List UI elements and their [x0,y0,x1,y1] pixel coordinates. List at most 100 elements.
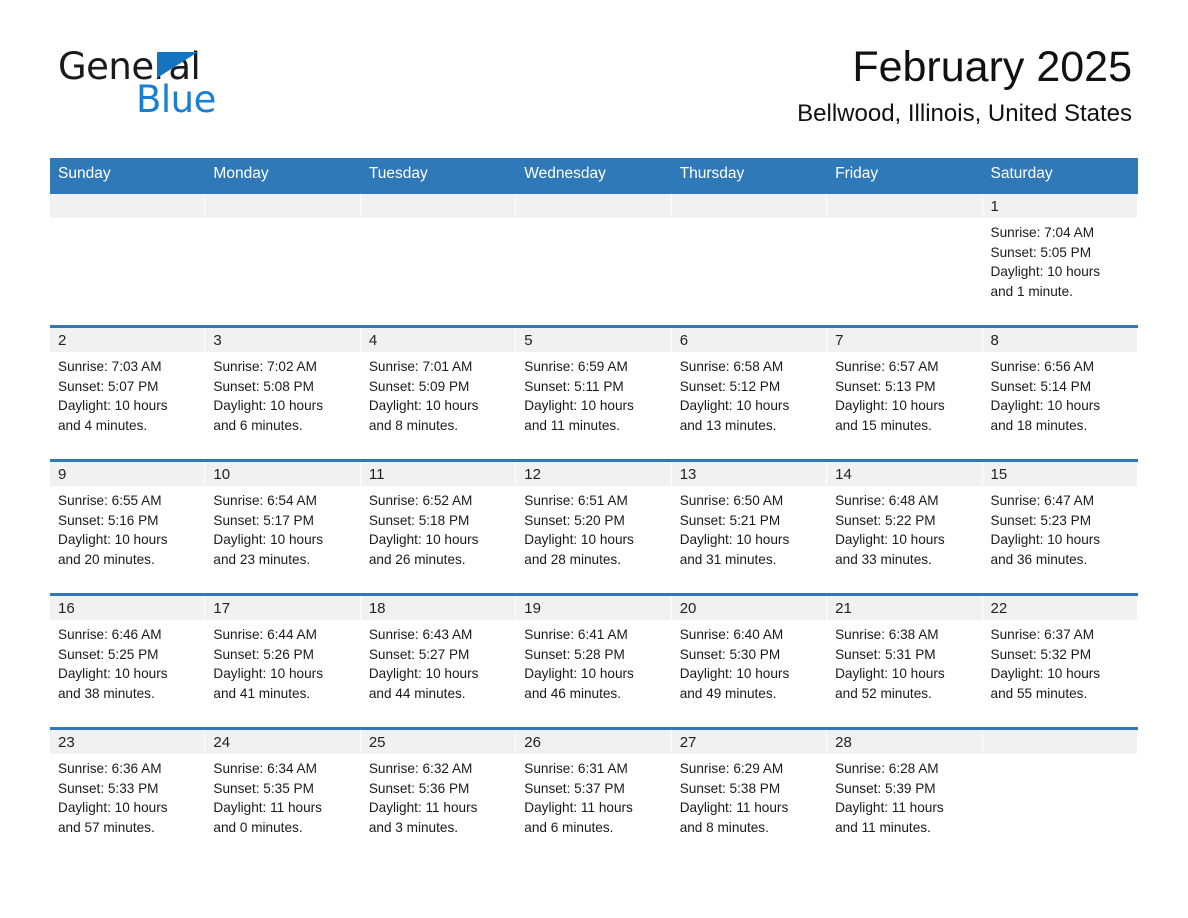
weekday-header-monday: Monday [205,158,361,193]
day-cell-details: Sunrise: 6:38 AM Sunset: 5:31 PM Daylight:… [827,620,982,703]
calendar-day-cell[interactable]: 22 Sunrise: 6:37 AM Sunset: 5:32 PM Dayligh… [982,593,1138,729]
calendar-day-cell[interactable]: 24 Sunrise: 6:34 AM Sunset: 5:35 PM Dayligh… [205,727,361,861]
day-number [50,194,206,218]
sunrise-text: Sunrise: 6:41 AM [524,627,628,642]
day-cell-details: Sunrise: 6:40 AM Sunset: 5:30 PM Daylight:… [672,620,827,703]
calendar-day-cell[interactable]: 18 Sunrise: 6:43 AM Sunset: 5:27 PM Dayligh… [360,593,517,729]
daylight-text-line1: Daylight: 11 hours [213,800,322,816]
calendar-day-cell[interactable]: 7 Sunrise: 6:57 AM Sunset: 5:13 PM Daylight… [827,325,983,461]
calendar-day-cell[interactable]: 16 Sunrise: 6:46 AM Sunset: 5:25 PM Dayligh… [50,593,206,729]
calendar-day-cell[interactable]: 21 Sunrise: 6:38 AM Sunset: 5:31 PM Dayligh… [827,593,983,729]
weekday-header-wednesday: Wednesday [516,158,672,193]
daylight-text-line1: Daylight: 10 hours [213,532,323,548]
calendar-day-cell[interactable]: 9 Sunrise: 6:55 AM Sunset: 5:16 PM Daylight… [50,459,206,595]
day-number: 1 [982,194,1138,218]
sunset-text: Sunset: 5:27 PM [368,646,470,662]
daylight-text-line1: Daylight: 10 hours [679,532,790,548]
day-number: 23 [50,730,206,754]
sunrise-text: Sunrise: 6:52 AM [368,493,473,508]
day-cell-details: Sunrise: 6:41 AM Sunset: 5:28 PM Daylight:… [516,620,671,703]
day-cell-details: Sunrise: 6:31 AM Sunset: 5:37 PM Daylight:… [516,754,671,837]
day-cell-details: Sunrise: 6:37 AM Sunset: 5:32 PM Daylight:… [983,620,1138,703]
day-number: 10 [205,462,361,486]
calendar-day-cell[interactable]: 10 Sunrise: 6:54 AM Sunset: 5:17 PM Dayligh… [205,459,361,595]
calendar-day-cell[interactable]: 6 Sunrise: 6:58 AM Sunset: 5:12 PM Daylight… [671,325,828,461]
day-cell-details: Sunrise: 7:04 AM Sunset: 5:05 PM Daylight:… [983,218,1138,301]
sunset-text: Sunset: 5:38 PM [679,780,781,796]
daylight-text-line1: Daylight: 10 hours [58,532,168,548]
calendar-day-cell[interactable]: 17 Sunrise: 6:44 AM Sunset: 5:26 PM Dayligh… [205,593,361,729]
calendar-page: General Blue February 2025 Bellwood, Ill… [0,0,1188,918]
calendar-day-cell[interactable]: 27 Sunrise: 6:29 AM Sunset: 5:38 PM Dayligh… [671,727,828,861]
daylight-text-line2: and 31 minutes. [679,551,777,567]
title-block: February 2025 Bellwood, Illinois, United… [797,42,1132,128]
calendar-day-cell[interactable]: 23 Sunrise: 6:36 AM Sunset: 5:33 PM Dayligh… [50,727,206,861]
calendar-day-cell[interactable]: 1 Sunrise: 7:04 AM Sunset: 5:05 PM Daylight… [982,191,1138,327]
day-cell-inner: 14 Sunrise: 6:48 AM Sunset: 5:22 PM Dayligh… [827,462,983,593]
calendar-day-cell[interactable]: 26 Sunrise: 6:31 AM Sunset: 5:37 PM Dayligh… [516,727,672,861]
calendar-day-cell[interactable]: 12 Sunrise: 6:51 AM Sunset: 5:20 PM Dayligh… [516,459,672,595]
daylight-text-line2: and 8 minutes. [679,819,769,835]
daylight-text-line2: and 23 minutes. [213,551,311,567]
calendar-day-cell[interactable]: 25 Sunrise: 6:32 AM Sunset: 5:36 PM Dayligh… [360,727,517,861]
sunset-text: Sunset: 5:11 PM [524,378,624,394]
sunrise-text: Sunrise: 6:48 AM [835,493,939,508]
calendar-day-cell[interactable]: 4 Sunrise: 7:01 AM Sunset: 5:09 PM Daylight… [360,325,517,461]
logo-triangle-icon [157,52,198,78]
day-number: 17 [205,596,361,620]
sunrise-text: Sunrise: 6:51 AM [524,493,628,508]
day-cell-details: Sunrise: 7:01 AM Sunset: 5:09 PM Daylight:… [361,352,516,435]
sunset-text: Sunset: 5:17 PM [213,512,314,528]
day-cell-inner: 1 Sunrise: 7:04 AM Sunset: 5:05 PM Daylight… [982,194,1138,325]
calendar-day-cell[interactable]: 8 Sunrise: 6:56 AM Sunset: 5:14 PM Daylight… [982,325,1138,461]
calendar-day-cell[interactable]: 13 Sunrise: 6:50 AM Sunset: 5:21 PM Dayligh… [671,459,828,595]
day-cell-details: Sunrise: 6:50 AM Sunset: 5:21 PM Daylight:… [672,486,827,569]
day-cell-details: Sunrise: 7:03 AM Sunset: 5:07 PM Daylight:… [50,352,205,435]
day-number [360,194,517,218]
weekday-header-sunday: Sunday [50,158,206,193]
sunset-text: Sunset: 5:13 PM [835,378,936,394]
day-number: 20 [671,596,828,620]
sunset-text: Sunset: 5:25 PM [58,646,159,662]
calendar-day-cell[interactable]: 15 Sunrise: 6:47 AM Sunset: 5:23 PM Dayligh… [982,459,1138,595]
calendar-day-cell[interactable]: 5 Sunrise: 6:59 AM Sunset: 5:11 PM Daylight… [516,325,672,461]
daylight-text-line1: Daylight: 10 hours [679,666,790,682]
daylight-text-line1: Daylight: 10 hours [368,666,479,682]
daylight-text-line2: and 46 minutes. [524,685,621,701]
calendar-week-row: 23 Sunrise: 6:36 AM Sunset: 5:33 PM Dayligh… [50,727,1138,861]
weekday-header-row: Sunday Monday Tuesday Wednesday Thursday… [50,158,1138,193]
day-number: 14 [827,462,983,486]
day-cell-inner [982,730,1138,861]
calendar-day-cell[interactable]: 28 Sunrise: 6:28 AM Sunset: 5:39 PM Dayligh… [827,727,983,861]
calendar-day-cell[interactable]: 11 Sunrise: 6:52 AM Sunset: 5:18 PM Dayligh… [360,459,517,595]
day-cell-details: Sunrise: 6:44 AM Sunset: 5:26 PM Daylight:… [205,620,360,703]
sunrise-text: Sunrise: 6:56 AM [990,359,1095,374]
daylight-text-line2: and 55 minutes. [990,685,1088,701]
day-cell-details: Sunrise: 6:58 AM Sunset: 5:12 PM Daylight:… [672,352,827,435]
calendar-day-cell[interactable]: 19 Sunrise: 6:41 AM Sunset: 5:28 PM Dayligh… [516,593,672,729]
calendar-day-cell[interactable]: 20 Sunrise: 6:40 AM Sunset: 5:30 PM Dayligh… [671,593,828,729]
sunrise-text: Sunrise: 6:28 AM [835,761,939,776]
daylight-text-line1: Daylight: 11 hours [835,800,944,816]
calendar-day-cell[interactable]: 3 Sunrise: 7:02 AM Sunset: 5:08 PM Daylight… [205,325,361,461]
sunset-text: Sunset: 5:37 PM [524,780,625,796]
daylight-text-line2: and 44 minutes. [368,685,466,701]
calendar-empty-cell [360,191,517,327]
day-cell-inner [205,194,361,325]
sunrise-text: Sunrise: 6:29 AM [679,761,784,776]
day-cell-inner: 8 Sunrise: 6:56 AM Sunset: 5:14 PM Daylight… [982,328,1138,459]
day-number: 28 [827,730,983,754]
weekday-header-saturday: Saturday [982,158,1138,193]
day-cell-inner: 17 Sunrise: 6:44 AM Sunset: 5:26 PM Dayligh… [205,596,361,727]
sunrise-text: Sunrise: 7:04 AM [990,225,1095,240]
daylight-text-line2: and 3 minutes. [368,819,459,835]
page-subtitle: Bellwood, Illinois, United States [797,100,1132,127]
sunset-text: Sunset: 5:39 PM [835,780,936,796]
calendar-day-cell[interactable]: 2 Sunrise: 7:03 AM Sunset: 5:07 PM Daylight… [50,325,206,461]
calendar-day-cell[interactable]: 14 Sunrise: 6:48 AM Sunset: 5:22 PM Dayligh… [827,459,983,595]
general-blue-logo: General Blue [58,48,378,128]
day-number [827,194,983,218]
day-number [671,194,828,218]
calendar-week-row: 2 Sunrise: 7:03 AM Sunset: 5:07 PM Daylight… [50,325,1138,461]
day-cell-inner: 23 Sunrise: 6:36 AM Sunset: 5:33 PM Dayligh… [50,730,206,861]
